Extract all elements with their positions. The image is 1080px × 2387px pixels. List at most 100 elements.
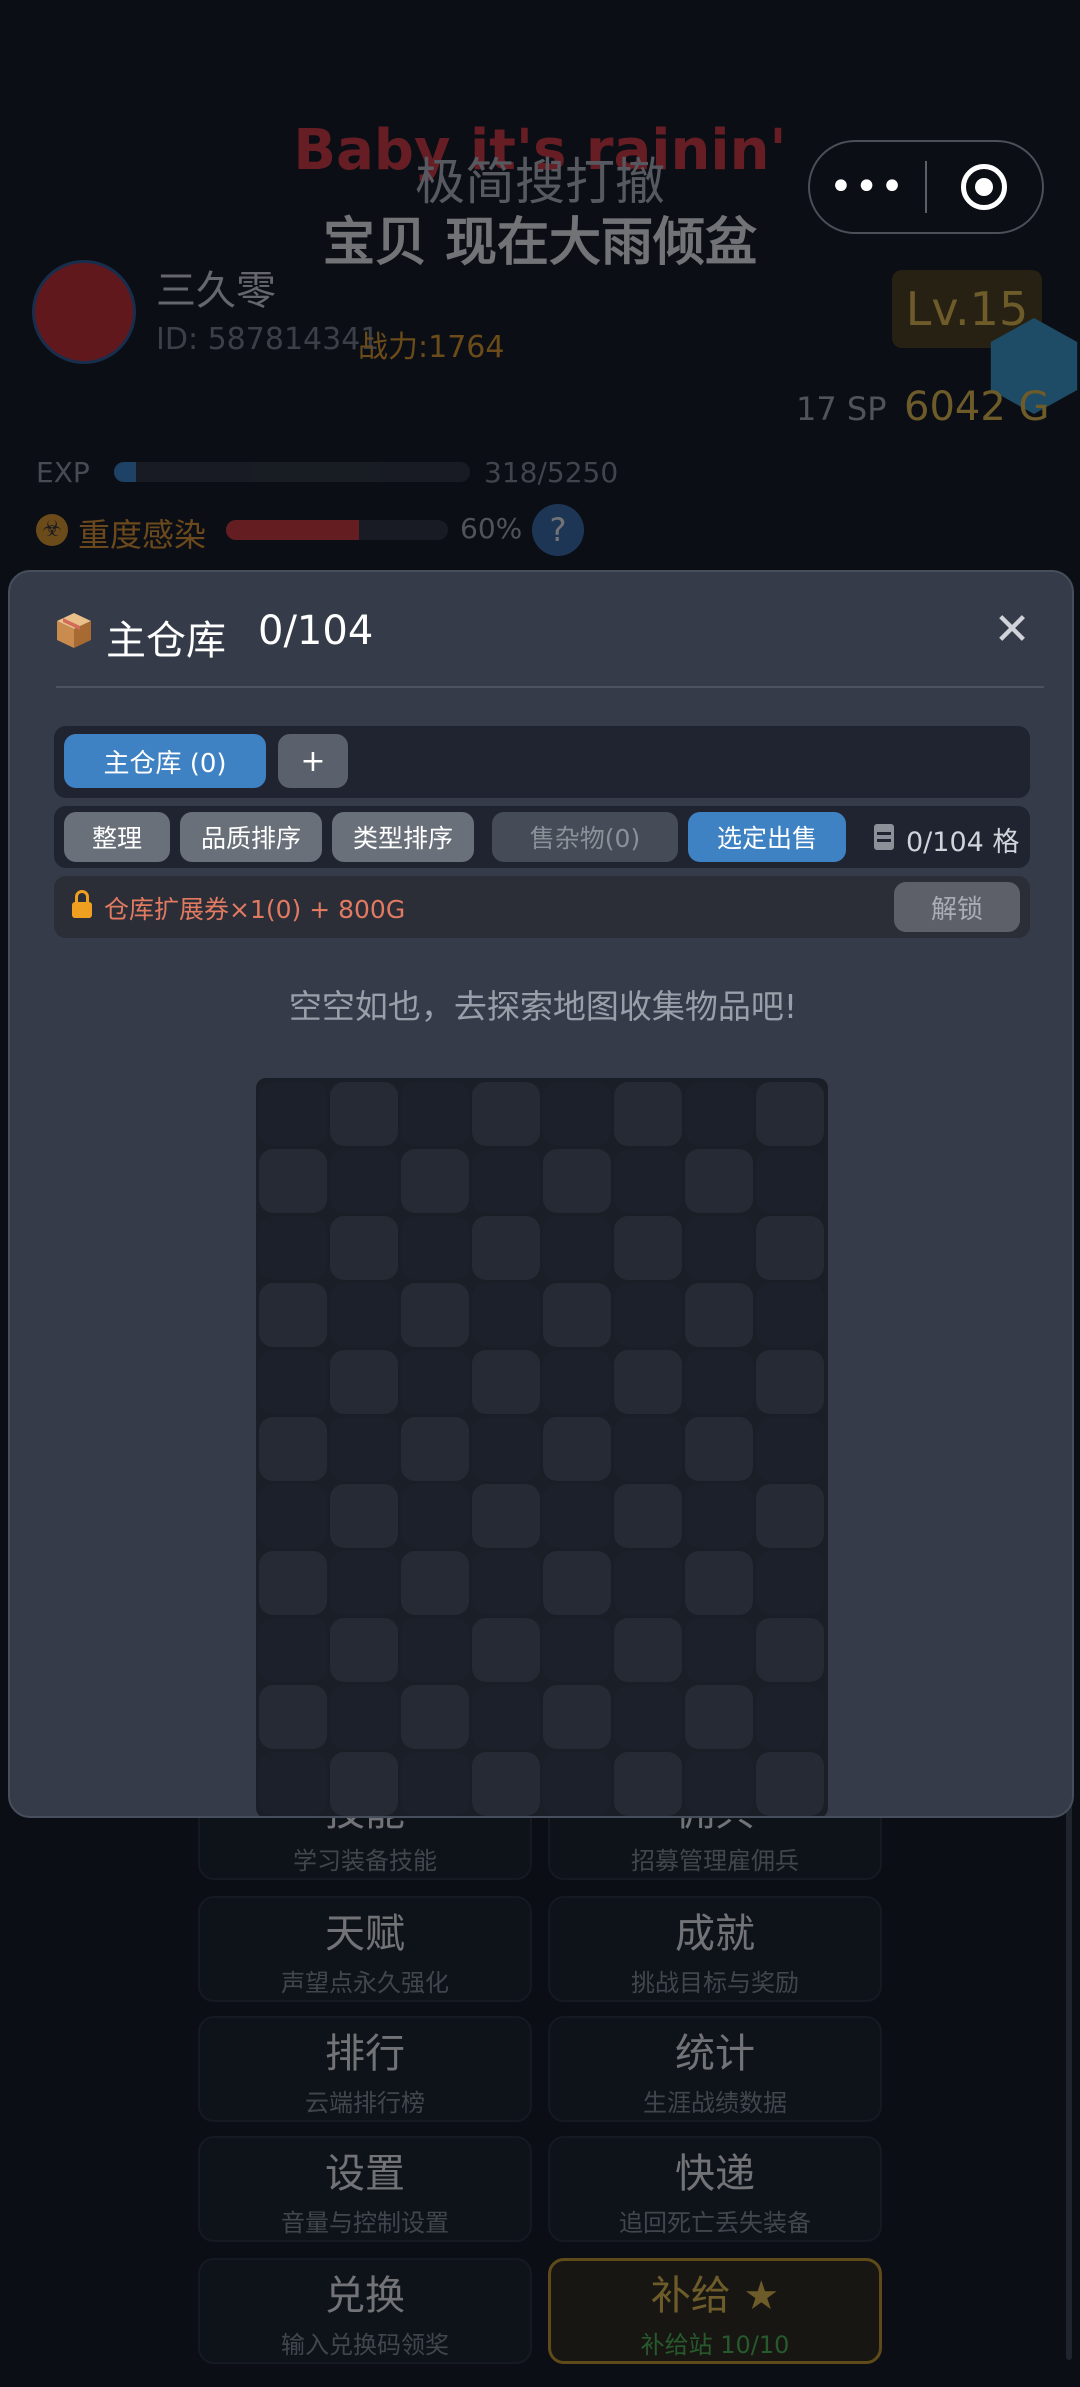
inventory-slot[interactable] bbox=[614, 1350, 682, 1414]
inventory-slot[interactable] bbox=[756, 1685, 824, 1749]
more-menu-button[interactable]: ••• bbox=[810, 142, 925, 232]
inventory-slot[interactable] bbox=[330, 1149, 398, 1213]
inventory-slot[interactable] bbox=[685, 1082, 753, 1146]
inventory-slot[interactable] bbox=[401, 1149, 469, 1213]
inventory-slot[interactable] bbox=[330, 1082, 398, 1146]
inventory-slot[interactable] bbox=[330, 1350, 398, 1414]
inventory-slot[interactable] bbox=[259, 1149, 327, 1213]
inventory-slot[interactable] bbox=[685, 1216, 753, 1280]
inventory-slot[interactable] bbox=[259, 1618, 327, 1682]
inventory-slot[interactable] bbox=[472, 1685, 540, 1749]
inventory-slot[interactable] bbox=[472, 1283, 540, 1347]
inventory-slot[interactable] bbox=[756, 1216, 824, 1280]
menu-redeem[interactable]: 兑换 输入兑换码领奖 bbox=[198, 2258, 532, 2364]
inventory-slot[interactable] bbox=[401, 1618, 469, 1682]
inventory-slot[interactable] bbox=[330, 1417, 398, 1481]
inventory-slot[interactable] bbox=[472, 1618, 540, 1682]
inventory-slot[interactable] bbox=[756, 1618, 824, 1682]
sell-junk-button[interactable]: 售杂物(0) bbox=[492, 812, 678, 862]
inventory-slot[interactable] bbox=[614, 1618, 682, 1682]
tidy-button[interactable]: 整理 bbox=[64, 812, 170, 862]
inventory-slot[interactable] bbox=[543, 1618, 611, 1682]
inventory-slot[interactable] bbox=[330, 1618, 398, 1682]
inventory-slot[interactable] bbox=[756, 1752, 824, 1816]
inventory-slot[interactable] bbox=[259, 1082, 327, 1146]
inventory-slot[interactable] bbox=[401, 1484, 469, 1548]
inventory-slot[interactable] bbox=[543, 1685, 611, 1749]
menu-ranking[interactable]: 排行 云端排行榜 bbox=[198, 2016, 532, 2122]
inventory-slot[interactable] bbox=[614, 1484, 682, 1548]
inventory-slot[interactable] bbox=[543, 1484, 611, 1548]
avatar[interactable] bbox=[32, 260, 136, 364]
inventory-slot[interactable] bbox=[543, 1350, 611, 1414]
inventory-slot[interactable] bbox=[401, 1216, 469, 1280]
inventory-slot[interactable] bbox=[685, 1149, 753, 1213]
inventory-slot[interactable] bbox=[330, 1484, 398, 1548]
inventory-slot[interactable] bbox=[401, 1350, 469, 1414]
help-button[interactable]: ? bbox=[532, 504, 584, 556]
inventory-slot[interactable] bbox=[401, 1752, 469, 1816]
inventory-slot[interactable] bbox=[472, 1484, 540, 1548]
inventory-slot[interactable] bbox=[259, 1685, 327, 1749]
inventory-slot[interactable] bbox=[614, 1752, 682, 1816]
inventory-slot[interactable] bbox=[756, 1149, 824, 1213]
inventory-slot[interactable] bbox=[472, 1417, 540, 1481]
inventory-slot[interactable] bbox=[401, 1551, 469, 1615]
inventory-slot[interactable] bbox=[259, 1283, 327, 1347]
menu-achievement[interactable]: 成就 挑战目标与奖励 bbox=[548, 1896, 882, 2002]
inventory-slot[interactable] bbox=[614, 1685, 682, 1749]
inventory-slot[interactable] bbox=[472, 1350, 540, 1414]
inventory-slot[interactable] bbox=[543, 1082, 611, 1146]
inventory-slot[interactable] bbox=[543, 1216, 611, 1280]
inventory-slot[interactable] bbox=[614, 1082, 682, 1146]
inventory-slot[interactable] bbox=[401, 1685, 469, 1749]
inventory-slot[interactable] bbox=[756, 1283, 824, 1347]
inventory-slot[interactable] bbox=[614, 1149, 682, 1213]
inventory-slot[interactable] bbox=[756, 1082, 824, 1146]
inventory-slot[interactable] bbox=[685, 1618, 753, 1682]
unlock-button[interactable]: 解锁 bbox=[894, 882, 1020, 932]
inventory-slot[interactable] bbox=[685, 1752, 753, 1816]
inventory-slot[interactable] bbox=[614, 1216, 682, 1280]
inventory-slot[interactable] bbox=[330, 1216, 398, 1280]
inventory-slot[interactable] bbox=[543, 1752, 611, 1816]
add-warehouse-button[interactable]: + bbox=[278, 734, 348, 788]
tab-main-warehouse[interactable]: 主仓库 (0) bbox=[64, 734, 266, 788]
inventory-slot[interactable] bbox=[472, 1216, 540, 1280]
inventory-slot[interactable] bbox=[330, 1551, 398, 1615]
inventory-slot[interactable] bbox=[543, 1551, 611, 1615]
inventory-slot[interactable] bbox=[259, 1551, 327, 1615]
inventory-slot[interactable] bbox=[330, 1752, 398, 1816]
sell-selected-button[interactable]: 选定出售 bbox=[688, 812, 846, 862]
inventory-slot[interactable] bbox=[330, 1283, 398, 1347]
inventory-slot[interactable] bbox=[756, 1551, 824, 1615]
menu-talent[interactable]: 天赋 声望点永久强化 bbox=[198, 1896, 532, 2002]
inventory-slot[interactable] bbox=[614, 1417, 682, 1481]
inventory-slot[interactable] bbox=[543, 1283, 611, 1347]
quality-sort-button[interactable]: 品质排序 bbox=[180, 812, 322, 862]
inventory-slot[interactable] bbox=[685, 1283, 753, 1347]
inventory-slot[interactable] bbox=[472, 1752, 540, 1816]
inventory-slot[interactable] bbox=[259, 1484, 327, 1548]
page-scrollbar[interactable] bbox=[1066, 1800, 1072, 2360]
menu-supply[interactable]: 补给 ★ 补给站 10/10 bbox=[548, 2258, 882, 2364]
inventory-slot[interactable] bbox=[401, 1283, 469, 1347]
menu-statistics[interactable]: 统计 生涯战绩数据 bbox=[548, 2016, 882, 2122]
inventory-slot[interactable] bbox=[685, 1417, 753, 1481]
inventory-slot[interactable] bbox=[401, 1417, 469, 1481]
menu-settings[interactable]: 设置 音量与控制设置 bbox=[198, 2136, 532, 2242]
inventory-slot[interactable] bbox=[685, 1350, 753, 1414]
inventory-slot[interactable] bbox=[543, 1417, 611, 1481]
inventory-slot[interactable] bbox=[472, 1082, 540, 1146]
inventory-slot[interactable] bbox=[259, 1216, 327, 1280]
inventory-slot[interactable] bbox=[259, 1752, 327, 1816]
inventory-grid[interactable] bbox=[256, 1078, 828, 1816]
exit-miniprogram-button[interactable] bbox=[927, 142, 1042, 232]
close-button[interactable]: ✕ bbox=[984, 602, 1040, 658]
inventory-slot[interactable] bbox=[472, 1149, 540, 1213]
inventory-slot[interactable] bbox=[259, 1350, 327, 1414]
type-sort-button[interactable]: 类型排序 bbox=[332, 812, 474, 862]
inventory-slot[interactable] bbox=[543, 1149, 611, 1213]
inventory-slot[interactable] bbox=[472, 1551, 540, 1615]
menu-delivery[interactable]: 快递 追回死亡丢失装备 bbox=[548, 2136, 882, 2242]
